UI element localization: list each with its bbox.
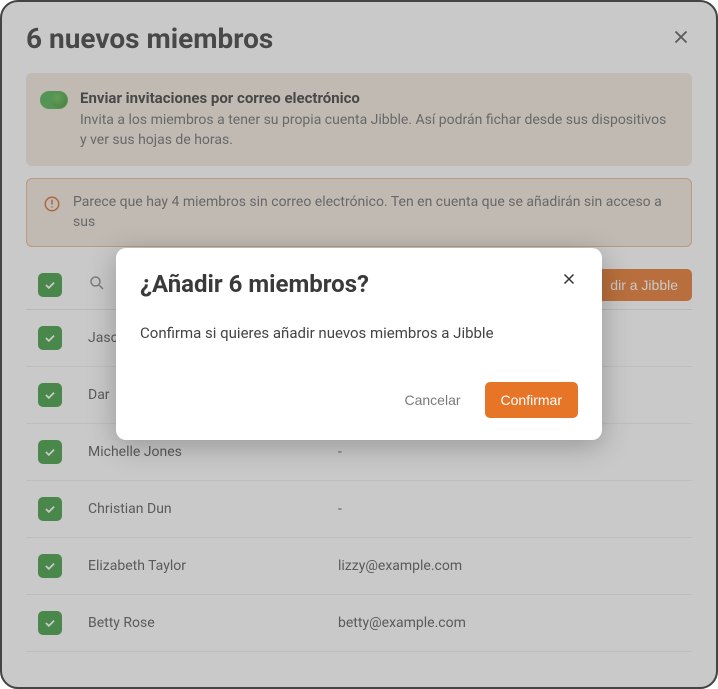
dialog-title: ¿Añadir 6 miembros? bbox=[140, 270, 369, 298]
confirm-dialog: ¿Añadir 6 miembros? Confirma si quieres … bbox=[116, 248, 602, 440]
confirm-button[interactable]: Confirmar bbox=[485, 382, 578, 418]
dialog-body: Confirma si quieres añadir nuevos miembr… bbox=[140, 324, 578, 342]
dialog-header: ¿Añadir 6 miembros? bbox=[140, 270, 578, 298]
cancel-button[interactable]: Cancelar bbox=[399, 384, 467, 416]
modal-overlay: ¿Añadir 6 miembros? Confirma si quieres … bbox=[0, 0, 718, 689]
close-icon[interactable] bbox=[560, 270, 578, 292]
dialog-actions: Cancelar Confirmar bbox=[140, 382, 578, 418]
